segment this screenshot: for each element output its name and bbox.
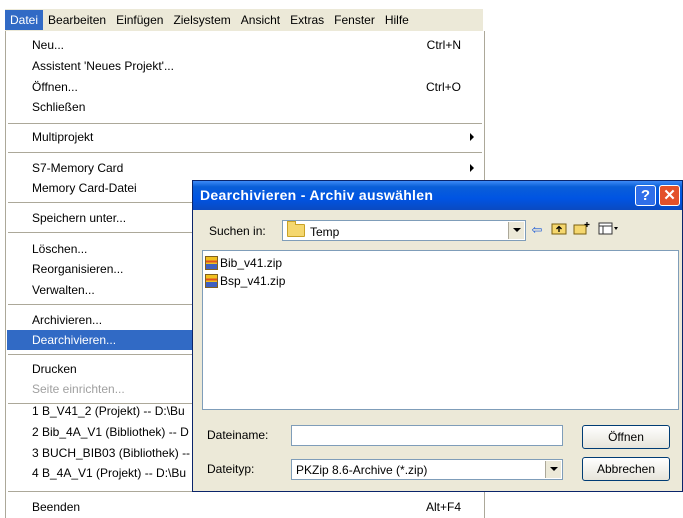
menu-item-label: S7-Memory Card: [32, 161, 124, 175]
new-folder-icon[interactable]: [573, 221, 591, 239]
back-icon[interactable]: ⇦: [529, 221, 545, 239]
menu-einfuegen[interactable]: Einfügen: [111, 10, 168, 30]
menu-item-label: Archivieren...: [32, 313, 103, 327]
submenu-arrow-icon: [470, 133, 474, 141]
filetype-value: PKZip 8.6-Archive (*.zip): [296, 463, 428, 477]
list-item[interactable]: Bib_v41.zip: [205, 254, 282, 272]
dearchive-dialog: Dearchivieren - Archiv auswählen ? ✕ Suc…: [192, 180, 683, 492]
filetype-label: Dateityp:: [207, 462, 255, 476]
menu-datei[interactable]: Datei: [5, 10, 44, 30]
menu-item-multiprojekt[interactable]: Multiprojekt: [7, 127, 483, 147]
menu-item-label: Reorganisieren...: [32, 262, 124, 276]
file-list[interactable]: Bib_v41.zip Bsp_v41.zip: [202, 250, 679, 410]
close-icon[interactable]: ✕: [659, 185, 680, 206]
menu-ansicht[interactable]: Ansicht: [236, 10, 285, 30]
menu-item-label: Drucken: [32, 362, 77, 376]
list-item[interactable]: Bsp_v41.zip: [205, 272, 285, 290]
filename-input[interactable]: [291, 425, 563, 446]
menu-separator: [8, 152, 482, 153]
view-menu-icon[interactable]: [597, 221, 621, 239]
menu-item-label: Assistent 'Neues Projekt'...: [32, 59, 174, 73]
menu-item-label: 2 Bib_4A_V1 (Bibliothek) -- D: [32, 425, 189, 439]
shortcut-label: Ctrl+N: [426, 38, 461, 52]
menu-item-label: 1 B_V41_2 (Projekt) -- D:\Bu: [32, 404, 185, 418]
chevron-down-icon[interactable]: [545, 461, 561, 478]
file-name: Bib_v41.zip: [220, 256, 283, 270]
up-folder-icon[interactable]: [551, 221, 567, 239]
menu-item-label: 3 BUCH_BIB03 (Bibliothek) --: [32, 446, 191, 460]
shortcut-label: Ctrl+O: [425, 80, 461, 94]
look-in-label: Suchen in:: [209, 224, 266, 238]
help-icon[interactable]: ?: [635, 185, 656, 206]
menu-item-label: Neu...: [32, 38, 65, 52]
file-name: Bsp_v41.zip: [220, 274, 286, 288]
zip-file-icon: [205, 256, 218, 270]
menu-bar: Datei Bearbeiten Einfügen Zielsystem Ans…: [5, 9, 483, 32]
submenu-arrow-icon: [470, 164, 474, 172]
look-in-value: Temp: [287, 221, 340, 239]
cancel-button[interactable]: Abbrechen: [582, 457, 670, 481]
menu-item-assistent[interactable]: Assistent 'Neues Projekt'...: [7, 56, 483, 76]
menu-item-label: Schließen: [32, 100, 86, 114]
menu-item-beenden[interactable]: Beenden Alt+F4: [7, 497, 483, 517]
menu-item-label: Speichern unter...: [32, 211, 127, 225]
menu-extras[interactable]: Extras: [285, 10, 329, 30]
shortcut-label: Alt+F4: [425, 500, 461, 514]
menu-item-label: Memory Card-Datei: [32, 181, 137, 195]
menu-item-label: Dearchivieren...: [32, 333, 117, 347]
filename-label: Dateiname:: [207, 428, 269, 442]
menu-item-label: Multiprojekt: [32, 130, 94, 144]
dialog-title: Dearchivieren - Archiv auswählen: [200, 187, 434, 203]
menu-item-label: Beenden: [32, 500, 81, 514]
menu-separator: [8, 123, 482, 124]
menu-item-label: Öffnen...: [32, 80, 78, 94]
menu-item-oeffnen[interactable]: Öffnen... Ctrl+O: [7, 77, 483, 97]
look-in-text: Temp: [310, 225, 340, 239]
chevron-down-icon[interactable]: [508, 222, 524, 239]
menu-item-memory-card[interactable]: S7-Memory Card: [7, 158, 483, 178]
menu-item-label: Verwalten...: [32, 283, 95, 297]
menu-hilfe[interactable]: Hilfe: [380, 10, 414, 30]
dialog-titlebar[interactable]: Dearchivieren - Archiv auswählen ? ✕: [193, 181, 682, 210]
look-in-select[interactable]: Temp: [282, 220, 526, 241]
menu-fenster[interactable]: Fenster: [329, 10, 380, 30]
menu-zielsystem[interactable]: Zielsystem: [168, 10, 235, 30]
menu-item-label: Seite einrichten...: [32, 382, 125, 396]
menu-item-label: 4 B_4A_V1 (Projekt) -- D:\Bu: [32, 466, 187, 480]
menu-bearbeiten[interactable]: Bearbeiten: [43, 10, 111, 30]
open-button[interactable]: Öffnen: [582, 425, 670, 449]
menu-item-label: Löschen...: [32, 242, 88, 256]
menu-item-neu[interactable]: Neu... Ctrl+N: [7, 35, 483, 55]
filetype-select[interactable]: PKZip 8.6-Archive (*.zip): [291, 459, 563, 480]
folder-icon: [287, 221, 305, 237]
zip-file-icon: [205, 274, 218, 288]
menu-item-schliessen[interactable]: Schließen: [7, 97, 483, 117]
